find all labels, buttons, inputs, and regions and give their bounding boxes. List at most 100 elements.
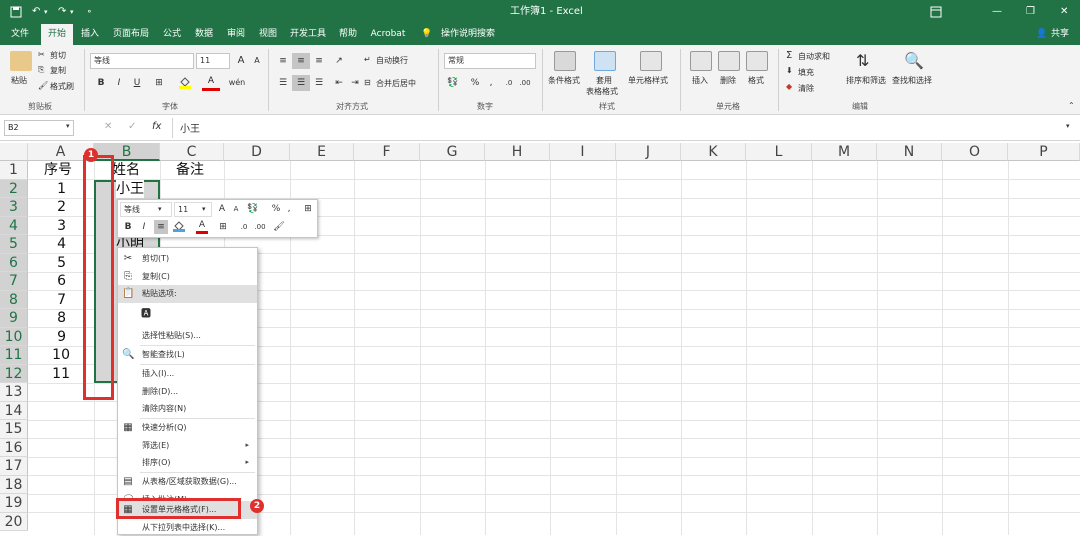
column-header-g[interactable]: G: [420, 143, 485, 161]
insert-cells-icon[interactable]: [690, 51, 712, 71]
column-header-c[interactable]: C: [160, 143, 224, 161]
column-header-p[interactable]: P: [1008, 143, 1080, 161]
font-size-combo[interactable]: 11: [196, 53, 230, 69]
shrink-font-button[interactable]: A: [248, 53, 266, 69]
currency-icon[interactable]: 💱: [444, 75, 462, 91]
tab-home[interactable]: 开始: [41, 24, 73, 45]
format-painter-icon[interactable]: 🖌: [38, 81, 48, 90]
tab-acrobat[interactable]: Acrobat: [366, 24, 410, 45]
phonetic-button[interactable]: wén: [228, 75, 246, 91]
enter-icon[interactable]: ✓: [128, 121, 136, 132]
row-header-10[interactable]: 10: [0, 328, 28, 347]
autosum-icon[interactable]: Σ: [786, 50, 792, 61]
cell-a9[interactable]: 8: [28, 309, 66, 328]
undo-dropdown-icon[interactable]: ▾: [44, 0, 48, 24]
mini-bold-button[interactable]: B: [122, 220, 134, 234]
column-header-f[interactable]: F: [354, 143, 420, 161]
row-header-13[interactable]: 13: [0, 383, 28, 402]
fill-color-icon[interactable]: [176, 75, 194, 91]
insert-function-icon[interactable]: fx: [152, 121, 161, 132]
column-header-l[interactable]: L: [746, 143, 812, 161]
align-bottom-icon[interactable]: ≡: [310, 53, 328, 69]
mini-italic-button[interactable]: I: [138, 220, 150, 234]
menu-item-paste-special[interactable]: 选择性粘贴(S)...: [118, 327, 257, 345]
row-header-2[interactable]: 2: [0, 180, 28, 199]
column-header-h[interactable]: H: [485, 143, 550, 161]
mini-align-center-button[interactable]: ≡: [154, 220, 168, 234]
mini-increase-decimal-icon[interactable]: .0: [238, 220, 250, 234]
cell-a10[interactable]: 9: [28, 328, 66, 347]
customize-icon[interactable]: ⚬: [86, 0, 93, 24]
mini-format-painter-icon[interactable]: ⊞: [302, 202, 314, 216]
comma-button[interactable]: ,: [482, 75, 500, 91]
menu-item-filter[interactable]: 筛选(E) ▸: [118, 437, 257, 455]
mini-shrink-font-button[interactable]: A: [230, 202, 242, 216]
row-header-12[interactable]: 12: [0, 365, 28, 384]
merge-center-icon[interactable]: ⊟: [364, 78, 371, 87]
mini-fill-color-icon[interactable]: [172, 220, 186, 237]
align-center-icon[interactable]: ☰: [292, 75, 310, 91]
menu-item-copy[interactable]: ⎘ 复制(C): [118, 268, 257, 286]
column-header-k[interactable]: K: [681, 143, 746, 161]
clear-icon[interactable]: ◆: [786, 82, 792, 91]
cell-a5[interactable]: 4: [28, 235, 66, 254]
menu-item-smart-lookup[interactable]: 🔍 智能查找(L): [118, 346, 257, 364]
tab-data[interactable]: 数据: [190, 24, 218, 45]
mini-font-dropdown-icon[interactable]: ▾: [158, 202, 162, 216]
mini-size-dropdown-icon[interactable]: ▾: [202, 202, 206, 216]
font-color-button[interactable]: A: [202, 75, 220, 91]
mini-size-combo[interactable]: 11: [174, 202, 212, 217]
conditional-formatting-icon[interactable]: [554, 51, 576, 71]
row-header-17[interactable]: 17: [0, 457, 28, 476]
align-top-icon[interactable]: ≡: [274, 53, 292, 69]
bold-button[interactable]: B: [92, 75, 110, 91]
select-all-corner[interactable]: [0, 143, 28, 161]
font-name-combo[interactable]: 等线: [90, 53, 194, 69]
sort-filter-button[interactable]: 排序和筛选: [846, 75, 886, 86]
cancel-icon[interactable]: ✕: [104, 121, 112, 132]
italic-button[interactable]: I: [110, 75, 128, 91]
row-header-3[interactable]: 3: [0, 198, 28, 217]
menu-item-quick-analysis[interactable]: ▦ 快速分析(Q): [118, 419, 257, 437]
redo-icon[interactable]: ↷: [58, 0, 66, 24]
cell-a7[interactable]: 6: [28, 272, 66, 291]
align-right-icon[interactable]: ☰: [310, 75, 328, 91]
copy-button[interactable]: 复制: [50, 65, 66, 76]
find-select-button[interactable]: 查找和选择: [892, 75, 932, 86]
underline-button[interactable]: U: [128, 75, 146, 91]
cell-a4[interactable]: 3: [28, 217, 66, 236]
cell-a1[interactable]: 序号: [44, 161, 72, 180]
ribbon-display-icon[interactable]: [930, 0, 942, 24]
copy-icon[interactable]: ⎘: [38, 65, 44, 75]
row-header-7[interactable]: 7: [0, 272, 28, 291]
format-painter-button[interactable]: 格式刷: [50, 81, 74, 92]
column-header-d[interactable]: D: [224, 143, 290, 161]
menu-item-cut[interactable]: ✂ 剪切(T): [118, 250, 257, 268]
cell-c1[interactable]: 备注: [176, 161, 204, 180]
menu-item-delete[interactable]: 删除(D)...: [118, 383, 257, 401]
tab-review[interactable]: 审阅: [222, 24, 250, 45]
mini-comma-button[interactable]: ,: [284, 202, 294, 216]
increase-indent-icon[interactable]: ⇥: [346, 75, 364, 91]
cell-styles-button[interactable]: 单元格样式: [628, 75, 668, 86]
format-cells-button[interactable]: 格式: [748, 75, 764, 86]
cut-button[interactable]: 剪切: [50, 50, 66, 61]
delete-cells-icon[interactable]: [718, 51, 740, 71]
row-header-1[interactable]: 1: [0, 161, 28, 180]
find-select-icon[interactable]: 🔍: [904, 51, 924, 70]
clear-button[interactable]: 清除: [798, 83, 814, 94]
mini-decrease-decimal-icon[interactable]: .00: [254, 220, 266, 234]
tab-page-layout[interactable]: 页面布局: [108, 24, 154, 45]
row-header-20[interactable]: 20: [0, 513, 28, 532]
decrease-decimal-icon[interactable]: .00: [516, 75, 534, 91]
row-header-4[interactable]: 4: [0, 217, 28, 236]
align-left-icon[interactable]: ☰: [274, 75, 292, 91]
column-header-j[interactable]: J: [616, 143, 681, 161]
column-header-o[interactable]: O: [942, 143, 1008, 161]
cut-icon[interactable]: ✂: [38, 50, 45, 59]
mini-font-color-button[interactable]: A: [196, 220, 208, 234]
formula-input[interactable]: 小王: [180, 120, 200, 135]
orientation-icon[interactable]: ↗: [330, 53, 348, 69]
row-header-5[interactable]: 5: [0, 235, 28, 254]
align-middle-icon[interactable]: ≡: [292, 53, 310, 69]
